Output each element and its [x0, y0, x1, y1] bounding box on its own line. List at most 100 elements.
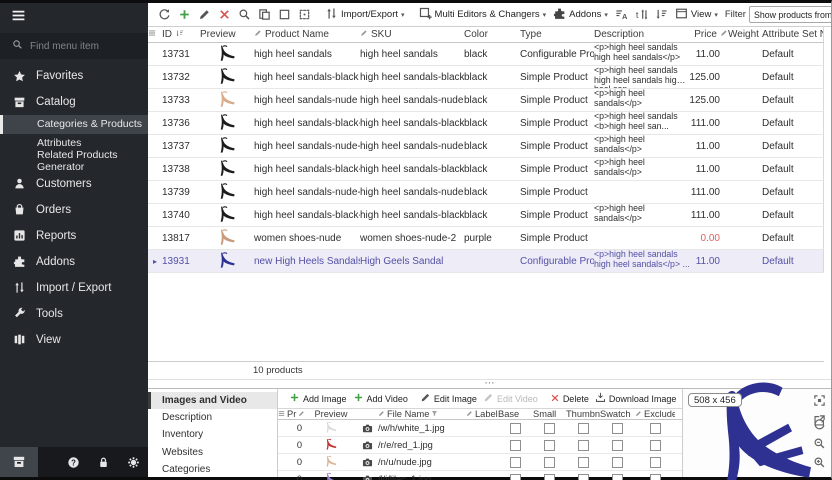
product-row-13736[interactable]: 13736 high heel sandals-black-36 high he… [148, 112, 824, 135]
sidebar-item-categories-products[interactable]: Categories & Products [0, 115, 148, 134]
product-row-13732[interactable]: 13732 high heel sandals-black high heel … [148, 66, 824, 89]
media-row[interactable]: 0 /r/e/red_1.jpg [278, 437, 682, 454]
exclude-checkbox[interactable] [650, 440, 661, 451]
thumbnail-checkbox[interactable] [578, 457, 589, 468]
exclude-checkbox[interactable] [650, 474, 661, 480]
sort-order-icon[interactable] [653, 6, 670, 23]
sort-az-icon[interactable]: A [613, 6, 630, 23]
delete-product-icon[interactable] [216, 6, 233, 23]
product-row-13740[interactable]: 13740 high heel sandals-black-38 high he… [148, 204, 824, 227]
column-header-id[interactable]: ID [162, 29, 200, 41]
edit-product-icon[interactable] [196, 6, 213, 23]
add-image-button[interactable]: Add Image [287, 390, 349, 407]
column-header-description[interactable]: Description [594, 29, 690, 40]
column-header-attribute-set[interactable]: Attribute Set Name [762, 29, 823, 40]
edit-image-button[interactable]: Edit Image [418, 390, 479, 407]
add-video-button[interactable]: Add Video [351, 390, 410, 407]
select-icon[interactable] [276, 6, 293, 23]
tab-inventory[interactable]: Inventory [148, 426, 277, 443]
column-header-file-name[interactable]: File Name [378, 409, 466, 419]
import-export-button[interactable]: Import/Export▾ [323, 5, 407, 25]
filter-select[interactable]: Show products from selected categories▾ [749, 6, 831, 23]
product-row-13738[interactable]: 13738 high heel sandals-black-37 high he… [148, 158, 824, 181]
column-header-price[interactable]: Price [690, 29, 728, 40]
swatch-checkbox[interactable] [612, 423, 623, 434]
sidebar-item-favorites[interactable]: Favorites [0, 63, 148, 89]
menu-toggle-icon[interactable] [11, 8, 26, 28]
base-checkbox[interactable] [510, 440, 521, 451]
media-row[interactable]: 0 /n/u/nude.jpg [278, 454, 682, 471]
grid-menu-icon[interactable] [148, 29, 162, 40]
base-checkbox[interactable] [510, 457, 521, 468]
sidebar-item-view[interactable]: View [0, 327, 148, 353]
column-header-color[interactable]: Color [464, 29, 520, 40]
help-icon[interactable]: ? [58, 447, 88, 477]
gear-icon[interactable] [118, 447, 148, 477]
column-header-position[interactable]: Pr [287, 409, 306, 419]
zoom-in-icon[interactable] [813, 456, 826, 469]
product-row-13817[interactable]: 13817 women shoes-nude women shoes-nude-… [148, 227, 824, 250]
refresh-icon[interactable] [156, 6, 173, 23]
small-checkbox[interactable] [544, 423, 555, 434]
tab-websites[interactable]: Websites [148, 444, 277, 461]
download-image-button[interactable]: Download Image [593, 390, 679, 407]
thumbnail-checkbox[interactable] [578, 474, 589, 480]
small-checkbox[interactable] [544, 440, 555, 451]
paste-special-icon[interactable] [296, 6, 313, 23]
search-products-icon[interactable] [236, 6, 253, 23]
small-checkbox[interactable] [544, 457, 555, 468]
add-product-icon[interactable] [176, 6, 193, 23]
column-header-base[interactable]: Base [498, 409, 533, 419]
sidebar-item-import-export[interactable]: Import / Export [0, 275, 148, 301]
thumbnail-checkbox[interactable] [578, 440, 589, 451]
zoom-out-icon[interactable] [813, 437, 826, 450]
menu-search-input[interactable]: Find menu item [0, 33, 148, 59]
column-header-small[interactable]: Small [533, 409, 566, 419]
product-row-13931[interactable]: ▸ 13931 new High Heels Sandals High Geel… [148, 250, 824, 273]
swatch-checkbox[interactable] [612, 474, 623, 480]
product-row-13739[interactable]: 13739 high heel sandals-nude-37 high hee… [148, 181, 824, 204]
column-header-exclude[interactable]: Exclude [635, 409, 675, 419]
actual-size-icon[interactable] [813, 394, 826, 407]
sidebar-item-reports[interactable]: Reports [0, 223, 148, 249]
column-header-weight[interactable]: Weight [728, 29, 762, 40]
grid-menu-icon[interactable] [278, 409, 287, 419]
column-header-thumbnail[interactable]: Thumbna [566, 409, 600, 419]
sidebar-item-tools[interactable]: Tools [0, 301, 148, 327]
swatch-checkbox[interactable] [612, 457, 623, 468]
edit-video-button[interactable]: Edit Video [481, 390, 540, 407]
sidebar-item-catalog[interactable]: Catalog [0, 89, 148, 115]
sidebar-item-customers[interactable]: Customers [0, 171, 148, 197]
multi-editors-button[interactable]: Multi Editors & Changers▾ [417, 5, 549, 25]
base-checkbox[interactable] [510, 474, 521, 480]
column-header-type[interactable]: Type [520, 29, 594, 40]
copy-icon[interactable] [256, 6, 273, 23]
lock-icon[interactable] [88, 447, 118, 477]
store-icon[interactable] [0, 447, 38, 477]
exclude-checkbox[interactable] [650, 423, 661, 434]
view-button[interactable]: View▾ [673, 5, 720, 25]
small-checkbox[interactable] [544, 474, 555, 480]
addons-button[interactable]: Addons▾ [551, 5, 610, 25]
product-row-13737[interactable]: 13737 high heel sandals-nude-36 high hee… [148, 135, 824, 158]
column-header-preview[interactable]: Preview [200, 29, 254, 40]
exclude-checkbox[interactable] [650, 457, 661, 468]
column-header-preview[interactable]: Preview [306, 409, 356, 419]
product-row-13731[interactable]: 13731 high heel sandals high heel sandal… [148, 43, 824, 66]
column-header-name[interactable]: Product Name [254, 29, 360, 40]
transliterate-icon[interactable]: t [633, 6, 650, 23]
tab-categories[interactable]: Categories [148, 461, 277, 478]
tab-description[interactable]: Description [148, 409, 277, 426]
rotate-icon[interactable] [813, 418, 826, 431]
sidebar-item-orders[interactable]: Orders [0, 197, 148, 223]
column-header-label[interactable]: Label [466, 409, 498, 419]
sidebar-item-addons[interactable]: Addons [0, 249, 148, 275]
delete-image-button[interactable]: Delete [548, 391, 591, 407]
column-header-sku[interactable]: SKU [360, 29, 464, 40]
swatch-checkbox[interactable] [612, 440, 623, 451]
base-checkbox[interactable] [510, 423, 521, 434]
product-row-13733[interactable]: 13733 high heel sandals-nude high heel s… [148, 89, 824, 112]
media-row[interactable]: 0 /l/i/lilac_1.jpg [278, 471, 682, 480]
column-header-swatch[interactable]: Swatch [600, 409, 635, 419]
thumbnail-checkbox[interactable] [578, 423, 589, 434]
